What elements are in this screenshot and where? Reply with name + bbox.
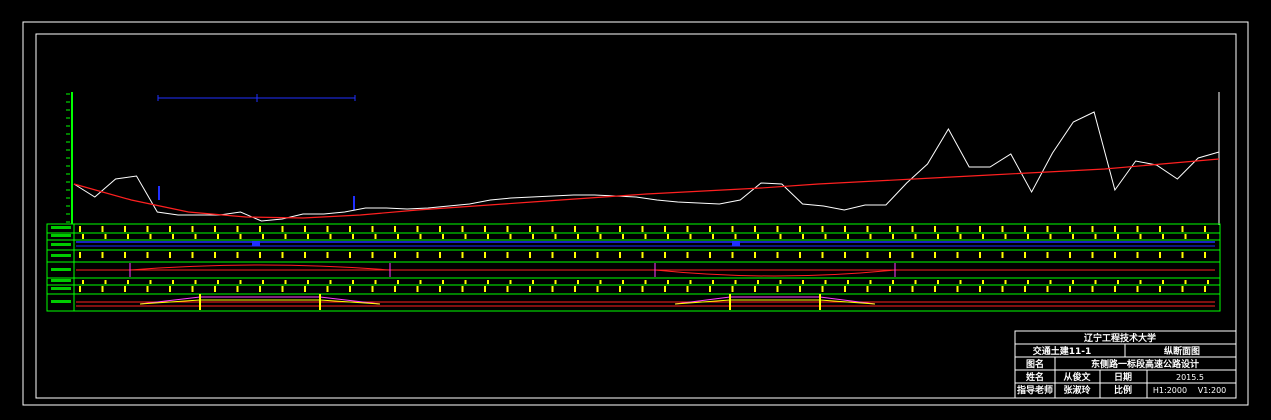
person-name: 从俊文 bbox=[1063, 371, 1091, 383]
scale-horizontal: H1:2000 bbox=[1153, 386, 1187, 395]
band-label-mark bbox=[51, 300, 71, 303]
design-grade-line bbox=[73, 158, 1220, 219]
title-block: 辽宁工程技术大学 交通土建11-1 纵断面图 图名 东侧路一标段高速公路设计 姓… bbox=[1014, 330, 1237, 399]
grade-band bbox=[76, 241, 1215, 247]
advisor-name: 张淑玲 bbox=[1063, 384, 1091, 396]
band-label-mark bbox=[51, 243, 71, 246]
band-label-mark bbox=[51, 234, 71, 237]
class-label: 交通土建11-1 bbox=[1033, 345, 1092, 357]
ground-line bbox=[73, 111, 1220, 222]
advisor-label: 指导老师 bbox=[1017, 384, 1053, 396]
profile-drawing: 辽宁工程技术大学 交通土建11-1 纵断面图 图名 东侧路一标段高速公路设计 姓… bbox=[22, 21, 1249, 406]
band-label-mark bbox=[51, 226, 71, 229]
drawing-type: 纵断面图 bbox=[1164, 345, 1200, 357]
superelevation-band bbox=[76, 294, 1215, 310]
band-label-mark bbox=[51, 287, 71, 290]
scale-label: 比例 bbox=[1114, 384, 1132, 396]
inner-frame bbox=[35, 33, 1237, 399]
date-value: 2015.5 bbox=[1176, 373, 1204, 382]
band-label-mark bbox=[51, 254, 71, 257]
name-label: 图名 bbox=[1026, 358, 1044, 370]
horizontal-curve-band bbox=[76, 263, 1215, 277]
band-label-mark bbox=[51, 268, 71, 271]
person-label: 姓名 bbox=[1025, 371, 1044, 383]
vertical-curve-annotation bbox=[157, 94, 356, 102]
university-name: 辽宁工程技术大学 bbox=[1084, 332, 1156, 344]
data-bands bbox=[46, 223, 1221, 312]
profile-markers bbox=[158, 186, 355, 210]
project-title: 东侧路一标段高速公路设计 bbox=[1091, 358, 1199, 370]
scale-vertical: V1:200 bbox=[1198, 386, 1227, 395]
band-label-mark bbox=[51, 279, 71, 282]
date-label: 日期 bbox=[1114, 371, 1132, 383]
elevation-axis-ticks bbox=[66, 93, 70, 223]
